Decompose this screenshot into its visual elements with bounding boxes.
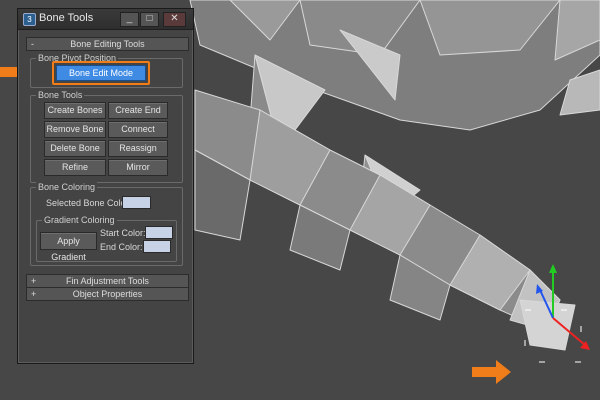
- group-label: Bone Coloring: [36, 181, 98, 193]
- highlight-box: [52, 61, 150, 85]
- orange-arrow-pointer: [472, 360, 511, 384]
- delete-bone-button[interactable]: Delete Bone: [44, 140, 106, 157]
- collapse-icon: -: [31, 39, 34, 49]
- maximize-button[interactable]: □: [140, 12, 159, 27]
- bone-tools-window: 3 Bone Tools _ □ ✕ - Bone Editing Tools …: [17, 8, 194, 364]
- refine-button[interactable]: Refine: [44, 159, 106, 176]
- remove-bone-button[interactable]: Remove Bone: [44, 121, 106, 138]
- end-color-label: End Color:: [100, 242, 143, 252]
- window-title: Bone Tools: [39, 12, 94, 24]
- rollout-bone-editing-tools[interactable]: - Bone Editing Tools: [26, 37, 189, 51]
- reassign-root-button[interactable]: Reassign Root: [108, 140, 168, 168]
- rollout-object-properties[interactable]: + Object Properties: [26, 287, 189, 301]
- group-label: Gradient Coloring: [42, 214, 117, 226]
- app-icon: 3: [23, 13, 36, 26]
- expand-icon: +: [31, 289, 37, 299]
- rollout-fin-adjustment-tools[interactable]: + Fin Adjustment Tools: [26, 274, 189, 288]
- create-bones-button[interactable]: Create Bones: [44, 102, 106, 119]
- close-button[interactable]: ✕: [163, 12, 186, 27]
- apply-gradient-button[interactable]: Apply Gradient: [40, 232, 97, 262]
- rollout-label: Object Properties: [72, 289, 143, 299]
- minimize-button[interactable]: _: [120, 12, 139, 27]
- group-label: Bone Tools: [36, 89, 85, 101]
- expand-icon: +: [31, 276, 37, 286]
- mirror-button[interactable]: Mirror: [108, 159, 168, 176]
- selected-bone-color-swatch[interactable]: [122, 196, 151, 209]
- rollout-label: Bone Editing Tools: [70, 39, 145, 49]
- end-color-swatch[interactable]: [143, 240, 171, 253]
- connect-bones-button[interactable]: Connect Bones: [108, 121, 168, 149]
- start-color-swatch[interactable]: [145, 226, 173, 239]
- start-color-label: Start Color:: [100, 228, 146, 238]
- selected-bone-color-label: Selected Bone Color:: [46, 198, 132, 208]
- title-bar[interactable]: 3 Bone Tools _ □ ✕: [18, 9, 193, 30]
- create-end-button[interactable]: Create End: [108, 102, 168, 119]
- rollout-label: Fin Adjustment Tools: [66, 276, 149, 286]
